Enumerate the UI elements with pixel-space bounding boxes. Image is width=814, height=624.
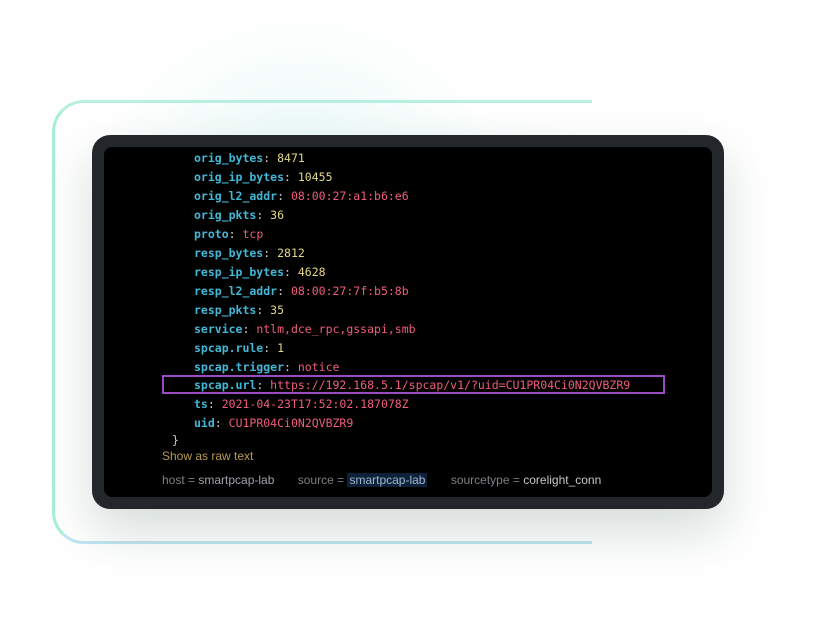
field-value: 36 [270, 208, 285, 222]
field-separator: : [277, 189, 291, 203]
field-separator: : [228, 227, 243, 241]
field-value: 2812 [277, 246, 305, 260]
field-value: ntlm,dce_rpc,gssapi,smb [256, 322, 416, 336]
field-key: resp_l2_addr [194, 284, 278, 298]
field-proto: proto: tcp [194, 225, 263, 244]
field-separator: : [207, 397, 222, 411]
field-value: 8471 [277, 151, 305, 165]
field-key: resp_bytes [194, 246, 264, 260]
field-orig-l2-addr: orig_l2_addr: 08:00:27:a1:b6:e6 [194, 187, 409, 206]
field-separator: : [263, 151, 278, 165]
field-value: tcp [242, 227, 264, 241]
field-key: orig_ip_bytes [194, 170, 285, 184]
field-key: orig_bytes [194, 151, 264, 165]
field-key: resp_pkts [194, 303, 257, 317]
event-viewer-screen: orig_bytes: 8471 orig_ip_bytes: 10455 or… [104, 147, 712, 497]
field-ts: ts: 2021-04-23T17:52:02.187078Z [194, 395, 409, 414]
field-separator: : [242, 322, 257, 336]
field-service: service: ntlm,dce_rpc,gssapi,smb [194, 320, 416, 339]
field-key: spcap.trigger [194, 360, 285, 374]
field-resp-l2-addr: resp_l2_addr: 08:00:27:7f:b5:8b [194, 282, 409, 301]
field-uid: uid: CU1PR04Ci0N2QVBZR9 [194, 414, 353, 433]
field-value: 2021-04-23T17:52:02.187078Z [221, 397, 409, 411]
field-separator: : [284, 265, 298, 279]
spcap-url-highlight-box [162, 375, 665, 394]
field-value: 08:00:27:a1:b6:e6 [290, 189, 409, 203]
field-separator: : [214, 416, 229, 430]
field-key: service [194, 322, 243, 336]
field-key: resp_ip_bytes [194, 265, 285, 279]
field-key: orig_pkts [194, 208, 257, 222]
field-key: proto [194, 227, 229, 241]
field-resp-pkts: resp_pkts: 35 [194, 301, 284, 320]
field-separator: : [263, 246, 278, 260]
field-value: 10455 [297, 170, 333, 184]
field-separator: : [256, 208, 271, 222]
host-value[interactable]: smartpcap-lab [198, 473, 274, 487]
field-value: 1 [277, 341, 285, 355]
field-key: orig_l2_addr [194, 189, 278, 203]
source-value[interactable]: smartpcap-lab [347, 473, 428, 487]
device-frame: orig_bytes: 8471 orig_ip_bytes: 10455 or… [92, 135, 724, 509]
field-key: ts [194, 397, 208, 411]
field-value: 4628 [297, 265, 326, 279]
show-raw-text-link[interactable]: Show as raw text [162, 449, 253, 463]
field-value: 08:00:27:7f:b5:8b [290, 284, 409, 298]
field-value: notice [297, 360, 340, 374]
host-label: host = [162, 473, 196, 487]
event-metadata-bar: host = smartpcap-lab source = smartpcap-… [162, 473, 601, 487]
field-orig-ip-bytes: orig_ip_bytes: 10455 [194, 168, 333, 187]
field-value: 35 [270, 303, 285, 317]
sourcetype-label: sourcetype = [450, 473, 520, 487]
field-separator: : [284, 360, 298, 374]
field-value: CU1PR04Ci0N2QVBZR9 [228, 416, 354, 430]
field-key: spcap.rule [194, 341, 264, 355]
field-separator: : [263, 341, 278, 355]
field-orig-bytes: orig_bytes: 8471 [194, 149, 305, 168]
sourcetype-value[interactable]: corelight_conn [523, 473, 601, 487]
field-resp-bytes: resp_bytes: 2812 [194, 244, 305, 263]
field-separator: : [284, 170, 298, 184]
field-key: uid [194, 416, 215, 430]
field-spcap-rule: spcap.rule: 1 [194, 339, 284, 358]
source-label: source = [297, 473, 345, 487]
field-resp-ip-bytes: resp_ip_bytes: 4628 [194, 263, 326, 282]
field-separator: : [256, 303, 271, 317]
closing-brace: } [172, 433, 179, 447]
field-separator: : [277, 284, 291, 298]
field-orig-pkts: orig_pkts: 36 [194, 206, 284, 225]
